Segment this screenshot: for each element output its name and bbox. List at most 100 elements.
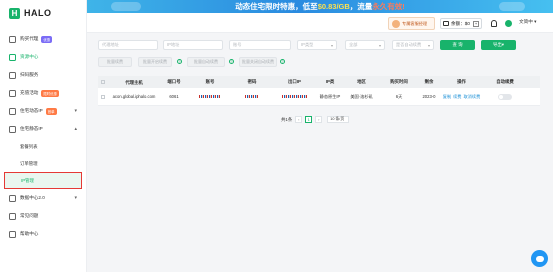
cell-purchase-time: 6天 [395,93,403,99]
search-button[interactable]: 查 询 [440,40,475,50]
bell-icon[interactable] [491,20,497,27]
sidebar-item-help-center[interactable]: 帮助中心 [0,225,86,243]
masked-value [281,95,308,99]
pagination: 共1条 ‹ 1 › 10 条/页 [281,116,350,123]
select-all-checkbox[interactable] [98,80,108,84]
help-question-icon[interactable]: ? [280,59,285,64]
renew-link[interactable]: 续费 [453,94,461,99]
cell-remaining: 2023-0 [422,94,436,99]
chat-support-button[interactable] [531,250,548,267]
account-input[interactable]: 账号 [229,40,291,50]
promo-banner[interactable]: 动态住宅限时特惠，低至 $0.83/GB ，流量 永久有效! [87,0,553,13]
app-root: H HALO 购买代理 优惠 资源中心 扫码服务 充值活动 限时优惠 住宅动态I… [0,0,553,272]
cell-ip-type: 静态原生IP [319,93,341,99]
table-row: acon.global.iphalo.com 6061 静态原生IP 美国·洛杉… [98,88,540,106]
ip-address-input[interactable]: IP地址 [163,40,223,50]
cancel-renew-link[interactable]: 取消续费 [464,94,481,99]
chevron-up-icon: ▴ [74,126,77,132]
sidebar: H HALO 购买代理 优惠 资源中心 扫码服务 充值活动 限时优惠 住宅动态I… [0,0,87,272]
customer-service-button[interactable]: 专属客服经理 [388,17,435,30]
sidebar-item-buy-proxy[interactable]: 购买代理 优惠 [0,30,86,48]
batch-auto-renew-button[interactable]: 批量自动续费 [187,57,225,67]
banner-text-mid: ，流量 [349,2,373,11]
sidebar-item-label: 住宅动态IP [20,108,43,113]
sidebar-item-scan-service[interactable]: 扫码服务 [0,66,86,84]
masked-value [245,95,259,99]
banner-price: $0.83/GB [317,2,350,11]
auto-renew-select[interactable]: 是否自动续费 [392,40,434,50]
copy-link[interactable]: 复制 [443,94,451,99]
sidebar-item-label: 资源中心 [20,54,39,59]
cell-port: 6061 [169,94,179,99]
auto-renew-toggle[interactable] [498,93,512,100]
chat-icon [535,255,544,262]
cell-password-masked [232,94,272,99]
page-1-button[interactable]: 1 [305,116,313,123]
prev-page-button[interactable]: ‹ [295,116,303,123]
table-header: 代理主机 端口号 账号 密码 出口IP IP类 地区 购买时间 剩余 操作 自动… [98,76,540,88]
dynamic-ip-icon [9,107,16,115]
chevron-down-icon: ▾ [74,108,77,114]
column-header: IP类 [325,79,335,84]
user-icon[interactable] [505,20,512,27]
batch-close-renew-button[interactable]: 批量关闭自动续费 [239,57,277,67]
table-body: acon.global.iphalo.com 6061 静态原生IP 美国·洛杉… [98,88,540,106]
region-select[interactable]: 全部 [345,40,385,50]
page-size-select[interactable]: 10 条/页 [327,116,350,123]
first-order-badge: 首单 [45,107,57,115]
cart-icon [9,35,16,43]
sidebar-item-recharge[interactable]: 充值活动 限时优惠 [0,84,86,102]
scan-icon [9,71,16,79]
column-header: 购买时间 [390,79,408,84]
next-page-button[interactable]: › [315,116,323,123]
row-checkbox[interactable] [98,94,108,99]
help-question-icon[interactable]: ? [177,59,182,64]
sidebar-subitem-orders[interactable]: 订单管理 [0,155,86,172]
sidebar-item-static-residential[interactable]: 住宅静态IP ▴ [0,120,86,138]
limited-offer-badge: 限时优惠 [41,89,59,97]
data-center-icon [9,194,16,202]
ip-type-select[interactable]: IP类型 [297,40,337,50]
sidebar-item-label: 充值活动 [20,90,39,95]
topbar: 动态住宅限时特惠，低至 $0.83/GB ，流量 永久有效! 专属客服经理 余额… [87,0,553,33]
cell-host: acon.global.iphalo.com [112,94,156,99]
logo-text: HALO [24,8,52,18]
sidebar-item-label: 常见问题 [20,213,39,218]
proxy-host-input[interactable]: 代理地址 [98,40,158,50]
avatar [392,19,400,28]
language-selector[interactable]: 文简中 ▾ [519,19,536,25]
add-balance-icon[interactable]: + [473,20,479,27]
column-header: 账号 [205,79,215,84]
help-icon [9,230,16,238]
column-header: 操作 [457,79,466,84]
total-count: 共1条 [281,116,293,122]
sidebar-item-dynamic-residential[interactable]: 住宅动态IP 首单 ▾ [0,102,86,120]
column-header: 密码 [247,79,257,84]
export-button[interactable]: 导出 ▾ [481,40,516,50]
sidebar-item-label: 帮助中心 [20,231,39,236]
checkbox-box [101,80,105,84]
cell-operations: 复制 续费 取消续费 [440,94,483,100]
column-header: 出口IP [288,79,301,84]
column-header: 剩余 [424,79,434,84]
faq-icon [9,212,16,220]
sidebar-item-faq[interactable]: 常见问题 [0,207,86,225]
sidebar-subitem-ip-management[interactable]: IP管理 [4,172,82,189]
ip-table: 代理主机 端口号 账号 密码 出口IP IP类 地区 购买时间 剩余 操作 自动… [98,76,540,106]
sidebar-subitem-packages[interactable]: 套餐列表 [0,138,86,155]
static-ip-icon [9,125,16,133]
logo[interactable]: H HALO [0,2,86,24]
sidebar-item-data-center[interactable]: 数据中心2.0 ▾ [0,189,86,207]
sidebar-item-label: 购买代理 [20,36,39,41]
batch-open-renew-button[interactable]: 批量开启续费 [138,57,172,67]
batch-renew-button[interactable]: 批量续费 [98,57,132,67]
sidebar-item-label: 扫码服务 [20,72,39,77]
balance-widget[interactable]: 余额： $0 + [440,18,482,29]
banner-decoration [111,2,141,11]
gift-icon [9,89,16,97]
help-question-icon[interactable]: ? [229,59,234,64]
cell-auto-renew [483,93,527,100]
cell-account-masked [188,94,232,99]
export-label: 导出 [492,42,502,47]
sidebar-item-resource-center[interactable]: 资源中心 [0,48,86,66]
